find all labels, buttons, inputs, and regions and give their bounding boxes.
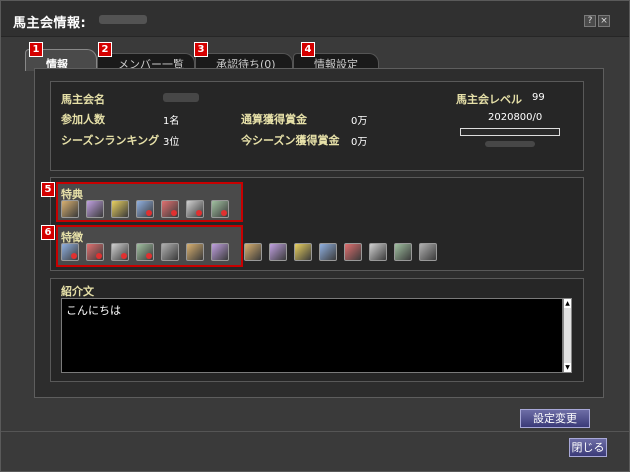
season-rank-value: 3位 <box>163 137 180 148</box>
g1-icon[interactable] <box>419 243 437 261</box>
members-label: 参加人数 <box>61 113 105 126</box>
window-title: 馬主会情報: <box>13 16 87 31</box>
trainer-icon[interactable] <box>111 243 129 261</box>
close-button[interactable]: 閉じる <box>569 438 607 457</box>
brush-icon[interactable] <box>269 243 287 261</box>
buy-icon[interactable] <box>61 200 79 218</box>
scroll-down-icon[interactable]: ▼ <box>564 363 571 372</box>
total-prize-value: 0万 <box>351 116 368 127</box>
season-prize-value: 0万 <box>351 137 368 148</box>
intro-scrollbar[interactable]: ▲ ▼ <box>563 298 572 373</box>
coin-icon[interactable] <box>111 200 129 218</box>
callout-2: 2 <box>98 42 112 57</box>
free-star-icon[interactable] <box>369 243 387 261</box>
members-value: 1名 <box>163 116 180 127</box>
exp-icon[interactable] <box>394 243 412 261</box>
level-footnote-redacted <box>485 141 535 147</box>
badge-dot <box>71 253 77 259</box>
callout-3: 3 <box>194 42 208 57</box>
train-icon[interactable] <box>136 200 154 218</box>
exp-value: 2020800/0 <box>488 112 543 123</box>
help-button[interactable]: ? <box>584 15 596 27</box>
close-window-button[interactable]: × <box>598 15 610 27</box>
tab-bar: 情報 メンバー一覧 承認待ち(0) 情報設定 <box>25 45 605 71</box>
badge-dot <box>196 210 202 216</box>
titlebar: 馬主会情報: ? × <box>1 1 629 37</box>
callout-6: 6 <box>41 225 55 240</box>
exp-progress-bar <box>460 128 560 136</box>
rider-icon[interactable] <box>319 243 337 261</box>
level-value: 99 <box>532 92 545 103</box>
club-name-value-redacted <box>163 93 199 102</box>
sell-icon[interactable] <box>86 200 104 218</box>
club-name-redacted <box>99 15 147 24</box>
free-icon[interactable] <box>161 243 179 261</box>
cup-icon[interactable] <box>211 243 229 261</box>
callout-4: 4 <box>301 42 315 57</box>
callout-1: 1 <box>29 42 43 57</box>
badge-dot <box>221 210 227 216</box>
footer-divider <box>1 431 629 432</box>
race-icon[interactable] <box>211 200 229 218</box>
scroll-up-icon[interactable]: ▲ <box>564 299 571 308</box>
pair-icon[interactable] <box>244 243 262 261</box>
breed-icon[interactable] <box>161 200 179 218</box>
intro-textarea[interactable]: こんにちは <box>61 298 563 373</box>
doctor-icon[interactable] <box>136 243 154 261</box>
free-icon[interactable] <box>186 243 204 261</box>
settings-change-button[interactable]: 設定変更 <box>520 409 590 428</box>
club-name-label: 馬主会名 <box>61 93 105 106</box>
total-prize-label: 通算獲得賞金 <box>241 113 307 126</box>
badge-dot <box>146 210 152 216</box>
season-rank-label: シーズンランキング <box>61 134 160 147</box>
badge-dot <box>96 253 102 259</box>
owners-club-window: 馬主会情報: ? × 情報 メンバー一覧 承認待ち(0) 情報設定 1 2 3 … <box>0 0 630 472</box>
callout-5: 5 <box>41 182 55 197</box>
flag-icon[interactable] <box>86 243 104 261</box>
clinic-icon[interactable] <box>186 200 204 218</box>
jockey-icon[interactable] <box>61 243 79 261</box>
level-label: 馬主会レベル <box>456 93 522 106</box>
intro-label: 紹介文 <box>61 285 94 298</box>
badge-dot <box>171 210 177 216</box>
calendar-icon[interactable] <box>344 243 362 261</box>
badge-dot <box>121 253 127 259</box>
gift-icon[interactable] <box>294 243 312 261</box>
season-prize-label: 今シーズン獲得賞金 <box>241 134 340 147</box>
badge-dot <box>146 253 152 259</box>
